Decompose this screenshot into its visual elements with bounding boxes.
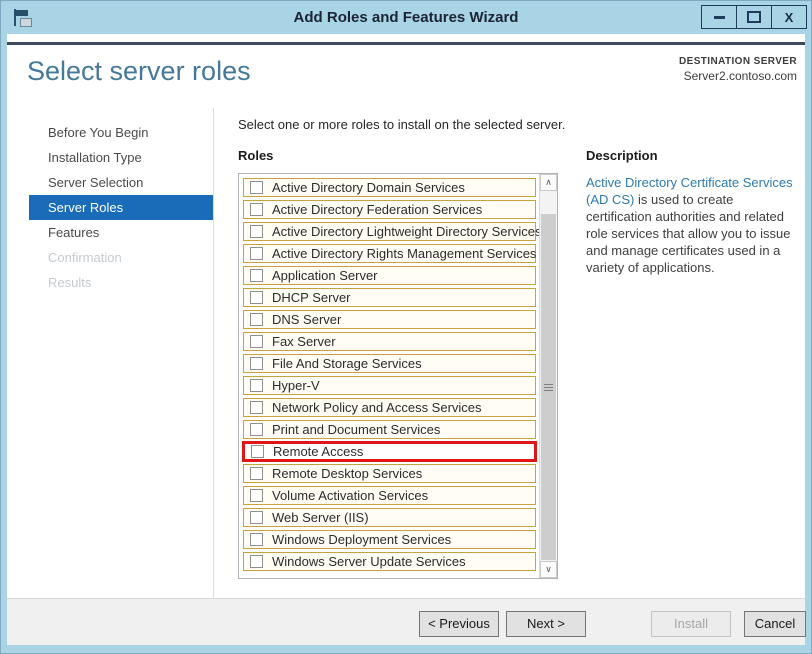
nav-content-divider — [213, 108, 214, 600]
checkbox[interactable] — [250, 269, 263, 282]
role-row-dns-server[interactable]: DNS Server — [243, 310, 536, 329]
checkbox[interactable] — [250, 511, 263, 524]
chevron-up-icon: ∧ — [545, 177, 552, 187]
role-row-file-and-storage-services[interactable]: File And Storage Services — [243, 354, 536, 373]
nav-features[interactable]: Features — [29, 220, 213, 245]
role-label: Fax Server — [272, 334, 336, 349]
checkbox[interactable] — [250, 313, 263, 326]
role-label: DHCP Server — [272, 290, 351, 305]
role-row-active-directory-lightweight-directory-services[interactable]: Active Directory Lightweight Directory S… — [243, 222, 541, 241]
destination-server-label: DESTINATION SERVER — [679, 56, 797, 67]
destination-server-name: Server2.contoso.com — [683, 69, 797, 83]
checkbox[interactable] — [250, 203, 263, 216]
checkbox[interactable] — [250, 247, 263, 260]
role-row-windows-deployment-services[interactable]: Windows Deployment Services — [243, 530, 536, 549]
checkbox[interactable] — [250, 225, 263, 238]
nav-before-you-begin[interactable]: Before You Begin — [29, 120, 213, 145]
role-label: Windows Deployment Services — [272, 532, 452, 547]
nav-server-selection[interactable]: Server Selection — [29, 170, 213, 195]
role-label: File And Storage Services — [272, 356, 422, 371]
footer-bar: < Previous Next > Install Cancel — [7, 598, 806, 645]
role-row-hyper-v[interactable]: Hyper-V — [243, 376, 536, 395]
role-row-print-and-document-services[interactable]: Print and Document Services — [243, 420, 536, 439]
role-row-network-policy-and-access-services[interactable]: Network Policy and Access Services — [243, 398, 536, 417]
chevron-down-icon: ∨ — [545, 564, 552, 574]
role-row-active-directory-federation-services[interactable]: Active Directory Federation Services — [243, 200, 536, 219]
role-row-volume-activation-services[interactable]: Volume Activation Services — [243, 486, 536, 505]
role-label: Volume Activation Services — [272, 488, 429, 503]
roles-listbox: Active Directory Domain Services Active … — [238, 173, 558, 579]
nav-server-roles[interactable]: Server Roles — [29, 195, 213, 220]
role-label: Windows Server Update Services — [272, 554, 466, 569]
role-label: Active Directory Domain Services — [272, 180, 465, 195]
checkbox[interactable] — [250, 379, 263, 392]
next-button[interactable]: Next > — [506, 611, 586, 637]
page-title: Select server roles — [27, 56, 251, 86]
role-label: Network Policy and Access Services — [272, 400, 482, 415]
nav-confirmation: Confirmation — [48, 250, 122, 265]
checkbox[interactable] — [250, 489, 263, 502]
description-body: Active Directory Certificate Services (A… — [586, 174, 802, 276]
minimize-icon — [713, 15, 725, 19]
nav-results: Results — [48, 275, 92, 290]
role-row-fax-server[interactable]: Fax Server — [243, 332, 536, 351]
role-row-web-server-iis[interactable]: Web Server (IIS) — [243, 508, 536, 527]
instruction-text: Select one or more roles to install on t… — [238, 117, 566, 132]
checkbox[interactable] — [250, 467, 263, 480]
scroll-down-button[interactable]: ∨ — [540, 561, 557, 578]
scroll-up-button[interactable]: ∧ — [540, 174, 557, 191]
destination-server-block: DESTINATION SERVER Server2.contoso.com — [679, 56, 797, 83]
role-label: Print and Document Services — [272, 422, 441, 437]
roles-scrollbar[interactable]: ∧ ∨ — [539, 174, 557, 578]
previous-button[interactable]: < Previous — [419, 611, 499, 637]
install-button[interactable]: Install — [651, 611, 731, 637]
checkbox[interactable] — [250, 291, 263, 304]
titlebar: Add Roles and Features Wizard X — [1, 1, 811, 34]
checkbox[interactable] — [250, 423, 263, 436]
scrollbar-thumb[interactable] — [541, 214, 556, 560]
checkbox[interactable] — [250, 335, 263, 348]
role-label: DNS Server — [272, 312, 342, 327]
window-title: Add Roles and Features Wizard — [293, 9, 519, 26]
role-row-active-directory-rights-management-services[interactable]: Active Directory Rights Management Servi… — [243, 244, 536, 263]
maximize-icon — [747, 11, 761, 23]
description-heading: Description — [586, 148, 658, 163]
checkbox[interactable] — [250, 555, 263, 568]
window-controls: X — [701, 5, 807, 29]
checkbox[interactable] — [251, 445, 264, 458]
role-label: Application Server — [272, 268, 378, 283]
grip-icon — [544, 386, 553, 388]
role-label: Active Directory Lightweight Directory S… — [272, 224, 542, 239]
role-row-application-server[interactable]: Application Server — [243, 266, 536, 285]
cancel-button[interactable]: Cancel — [744, 611, 806, 637]
role-label: Active Directory Federation Services — [272, 202, 483, 217]
role-label: Remote Access — [273, 444, 364, 459]
checkbox[interactable] — [250, 401, 263, 414]
role-label: Active Directory Rights Management Servi… — [272, 246, 537, 261]
role-row-windows-server-update-services[interactable]: Windows Server Update Services — [243, 552, 536, 571]
role-label: Remote Desktop Services — [272, 466, 423, 481]
wizard-nav: Before You Begin Installation Type Serve… — [29, 120, 213, 295]
wizard-window: Add Roles and Features Wizard X Select s… — [0, 0, 812, 654]
client-area: Select server roles DESTINATION SERVER S… — [7, 34, 806, 645]
role-row-dhcp-server[interactable]: DHCP Server — [243, 288, 536, 307]
roles-heading: Roles — [238, 148, 274, 163]
role-row-active-directory-domain-services[interactable]: Active Directory Domain Services — [243, 178, 536, 197]
maximize-button[interactable] — [736, 5, 772, 29]
close-icon: X — [784, 9, 794, 25]
role-label: Web Server (IIS) — [272, 510, 369, 525]
checkbox[interactable] — [250, 533, 263, 546]
role-row-remote-desktop-services[interactable]: Remote Desktop Services — [243, 464, 536, 483]
checkbox[interactable] — [250, 181, 263, 194]
close-button[interactable]: X — [771, 5, 807, 29]
header-divider — [7, 42, 805, 45]
roles-rows: Active Directory Domain Services Active … — [243, 178, 541, 574]
role-label: Hyper-V — [272, 378, 320, 393]
nav-installation-type[interactable]: Installation Type — [29, 145, 213, 170]
role-row-remote-access[interactable]: Remote Access — [243, 442, 536, 461]
minimize-button[interactable] — [701, 5, 737, 29]
checkbox[interactable] — [250, 357, 263, 370]
